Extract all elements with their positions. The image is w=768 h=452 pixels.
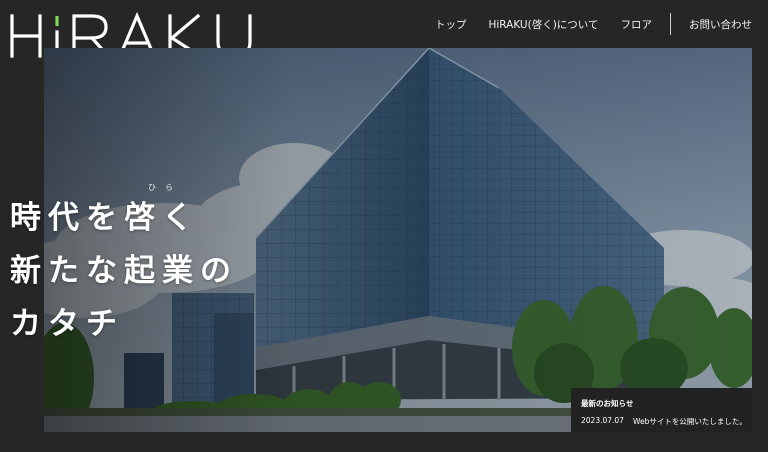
news-date: 2023.07.07 xyxy=(581,416,624,425)
catch-line-1: 時代を啓く xyxy=(10,200,200,236)
news-title-link[interactable]: Webサイトを公開いたしました。 xyxy=(633,416,747,427)
nav-divider xyxy=(670,13,671,35)
catch-line-3: カタチ xyxy=(10,306,124,342)
global-nav: トップ HiRAKU(啓く)について フロア お問い合わせ xyxy=(413,13,752,35)
nav-item-about[interactable]: HiRAKU(啓く)について xyxy=(488,17,598,32)
hero-catchcopy: 時代を啓く 新たな起業の カタチ xyxy=(10,192,238,351)
catch-line-2: 新たな起業の xyxy=(10,253,238,289)
nav-item-floor[interactable]: フロア xyxy=(621,17,653,32)
news-heading: 最新のお知らせ xyxy=(581,399,634,408)
nav-item-top[interactable]: トップ xyxy=(435,17,467,32)
news-panel: 最新のお知らせ 2023.07.07 Webサイトを公開いたしました。 xyxy=(571,388,752,432)
nav-item-contact[interactable]: お問い合わせ xyxy=(689,17,752,32)
